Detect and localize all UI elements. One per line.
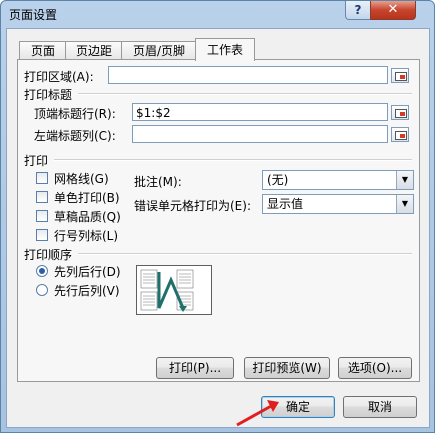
comments-select[interactable]: (无) ▼ — [262, 170, 414, 190]
options-button[interactable]: 选项(O)... — [338, 357, 412, 379]
title-bar[interactable]: 页面设置 ? ✕ — [1, 1, 434, 27]
divider — [54, 159, 412, 161]
dialog-body: 页面 页边距 页眉/页脚 工作表 打印区域(A): 打印标题 顶端标题行(R):… — [6, 28, 430, 428]
tab-margins[interactable]: 页边距 — [65, 41, 123, 61]
left-cols-range-picker[interactable] — [391, 127, 409, 142]
over-then-down-label: 先行后列(V) — [54, 284, 120, 298]
top-rows-input[interactable]: $1:$2 — [132, 103, 388, 121]
dropdown-arrow-icon[interactable]: ▼ — [396, 195, 413, 213]
print-area-range-picker[interactable] — [391, 68, 409, 83]
cell-errors-value: 显示值 — [267, 197, 304, 211]
draft-quality-label: 草稿品质(Q) — [54, 210, 121, 224]
tab-page[interactable]: 页面 — [19, 41, 67, 61]
row-col-headings-label: 行号列标(L) — [54, 229, 119, 243]
close-button[interactable]: ✕ — [370, 1, 416, 20]
page-order-preview — [136, 265, 212, 315]
tab-sheet[interactable]: 工作表 — [195, 38, 255, 61]
gridlines-checkbox[interactable] — [36, 172, 48, 184]
page-setup-dialog: 页面设置 ? ✕ 页面 页边距 页眉/页脚 工作表 打印区域(A): 打印标题 … — [0, 0, 435, 433]
gridlines-label: 网格线(G) — [54, 172, 109, 186]
comments-value: (无) — [267, 173, 289, 187]
divider — [78, 93, 412, 95]
print-area-label: 打印区域(A): — [24, 70, 94, 84]
divider — [78, 253, 412, 255]
annotation-arrow-icon — [236, 400, 279, 427]
row-col-headings-checkbox[interactable] — [36, 229, 48, 241]
print-preview-button[interactable]: 打印预览(W) — [244, 357, 330, 379]
print-titles-heading: 打印标题 — [24, 88, 73, 102]
over-then-down-radio[interactable] — [36, 284, 48, 296]
cancel-button[interactable]: 取消 — [343, 396, 417, 418]
draft-quality-checkbox[interactable] — [36, 210, 48, 222]
print-area-input[interactable] — [108, 66, 388, 84]
page-order-preview-icon — [140, 269, 194, 312]
comments-label: 批注(M): — [134, 175, 182, 189]
sheet-tab-panel: 打印区域(A): 打印标题 顶端标题行(R): $1:$2 左端标题列(C): … — [17, 59, 420, 382]
page-order-heading: 打印顺序 — [24, 248, 73, 262]
cell-errors-label: 错误单元格打印为(E): — [134, 199, 251, 213]
tab-header-footer[interactable]: 页眉/页脚 — [121, 41, 197, 61]
top-rows-range-picker[interactable] — [391, 105, 409, 120]
print-heading: 打印 — [24, 154, 49, 168]
print-button[interactable]: 打印(P)... — [156, 357, 234, 379]
dropdown-arrow-icon[interactable]: ▼ — [396, 171, 413, 189]
left-cols-input[interactable] — [132, 125, 388, 143]
help-button[interactable]: ? — [345, 1, 371, 20]
dialog-title: 页面设置 — [9, 8, 58, 22]
cell-errors-select[interactable]: 显示值 ▼ — [262, 194, 414, 214]
top-rows-label: 顶端标题行(R): — [34, 107, 116, 121]
down-then-over-radio[interactable] — [36, 265, 48, 277]
black-white-checkbox[interactable] — [36, 191, 48, 203]
down-then-over-label: 先列后行(D) — [54, 265, 121, 279]
black-white-label: 单色打印(B) — [54, 191, 120, 205]
left-cols-label: 左端标题列(C): — [34, 129, 116, 143]
